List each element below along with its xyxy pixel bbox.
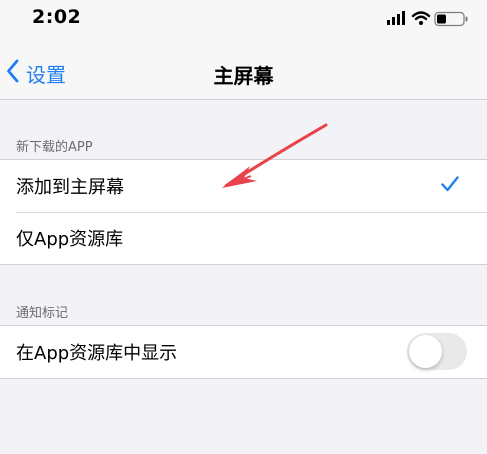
wifi-icon [411,11,431,25]
status-time: 2:02 [32,6,82,28]
section-header-new-downloads: 新下载的APP [16,140,93,155]
row-label: 在App资源库中显示 [16,343,178,364]
page-title: 主屏幕 [213,64,274,88]
new-downloads-group: 添加到主屏幕 仅App资源库 [0,159,487,265]
nav-bar: 设置 主屏幕 [0,36,487,100]
notification-badges-group: 在App资源库中显示 [0,325,487,379]
status-icons [385,10,473,27]
signal-icon [387,11,405,25]
battery-icon [434,11,468,27]
toggle-knob [409,335,442,368]
option-add-to-home-screen[interactable]: 添加到主屏幕 [0,160,487,212]
status-bar: 2:02 [0,0,487,36]
option-label: 仅App资源库 [16,229,124,250]
option-app-library-only[interactable]: 仅App资源库 [0,212,487,264]
checkmark-icon [441,176,459,197]
section-header-notification-badges: 通知标记 [16,306,69,321]
show-in-app-library-toggle[interactable] [407,333,467,370]
row-show-in-app-library: 在App资源库中显示 [0,326,487,378]
option-label: 添加到主屏幕 [16,177,124,198]
